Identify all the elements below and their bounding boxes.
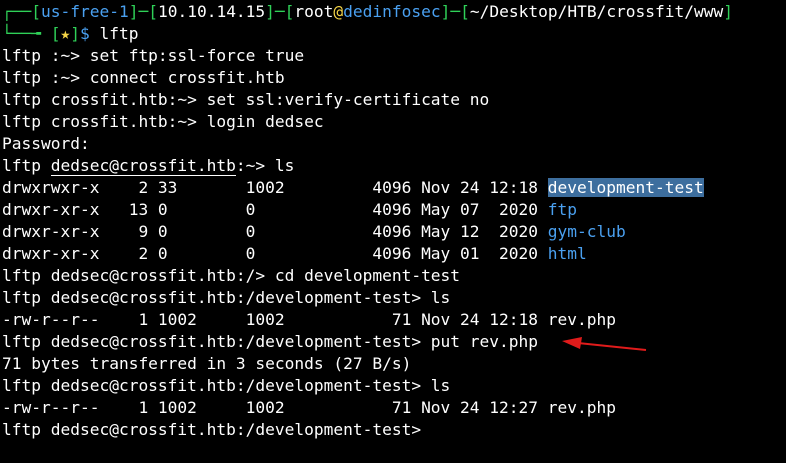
listing-row: drwxr-xr-x 2 0 0 4096 May 01 2020 html [2, 244, 587, 263]
prompt-location: us-free-1 [41, 2, 129, 21]
listing-row: drwxr-xr-x 13 0 0 4096 May 07 2020 ftp [2, 200, 578, 219]
arrow-left-icon [562, 337, 647, 351]
output-line: lftp :~> connect crossfit.htb [2, 68, 285, 87]
underlined-host: dedsec@crossfit.htb [50, 156, 236, 176]
file-row: -rw-r--r-- 1 1002 1002 71 Nov 24 12:27 r… [2, 398, 616, 417]
prompt-ip: 10.10.14.15 [157, 2, 266, 21]
prompt-box-top: ┌── [2, 2, 32, 21]
dir-name: html [547, 244, 587, 263]
prompt-box-bottom: └──╼ [2, 24, 41, 43]
output-line: lftp crossfit.htb:~> login dedsec [2, 112, 324, 131]
listing-row: drwxr-xr-x 9 0 0 4096 May 12 2020 gym-cl… [2, 222, 626, 241]
prompt-at: @ [333, 2, 344, 21]
output-line: Password: [2, 134, 90, 153]
listing-row: drwxrwxr-x 2 33 1002 4096 Nov 24 12:18 d… [2, 178, 704, 197]
prompt-command: lftp [99, 24, 139, 43]
star-icon: ★ [60, 24, 71, 43]
output-line: lftp :~> set ftp:ssl-force true [2, 46, 305, 65]
output-line: lftp dedsec@crossfit.htb:/> cd developme… [2, 266, 461, 285]
output-line: 71 bytes transferred in 3 seconds (27 B/… [2, 354, 412, 373]
selected-dir-name[interactable]: development-test [547, 178, 704, 197]
prompt-line-1: ┌──[us-free-1]─[10.10.14.15]─[root@dedin… [2, 2, 734, 21]
dir-name: gym-club [547, 222, 626, 241]
output-line: lftp crossfit.htb:~> set ssl:verify-cert… [2, 90, 490, 109]
prompt-user: root [294, 2, 334, 21]
output-line: lftp dedsec@crossfit.htb:~> ls [2, 156, 295, 176]
prompt-path: ~/Desktop/HTB/crossfit/www [469, 2, 724, 21]
prompt-line-2: └──╼ [★]$ lftp [2, 24, 139, 43]
dir-name: ftp [547, 200, 578, 219]
prompt-host: dedinfosec [343, 2, 441, 21]
prompt-dollar: $ [79, 24, 90, 43]
final-prompt-line[interactable]: lftp dedsec@crossfit.htb:/development-te… [2, 419, 786, 441]
put-command-line: lftp dedsec@crossfit.htb:/development-te… [2, 332, 539, 351]
terminal-window[interactable]: ┌──[us-free-1]─[10.10.14.15]─[root@dedin… [0, 0, 786, 441]
file-row: -rw-r--r-- 1 1002 1002 71 Nov 24 12:18 r… [2, 310, 616, 329]
output-line: lftp dedsec@crossfit.htb:/development-te… [2, 288, 451, 307]
output-line: lftp dedsec@crossfit.htb:/development-te… [2, 376, 451, 395]
